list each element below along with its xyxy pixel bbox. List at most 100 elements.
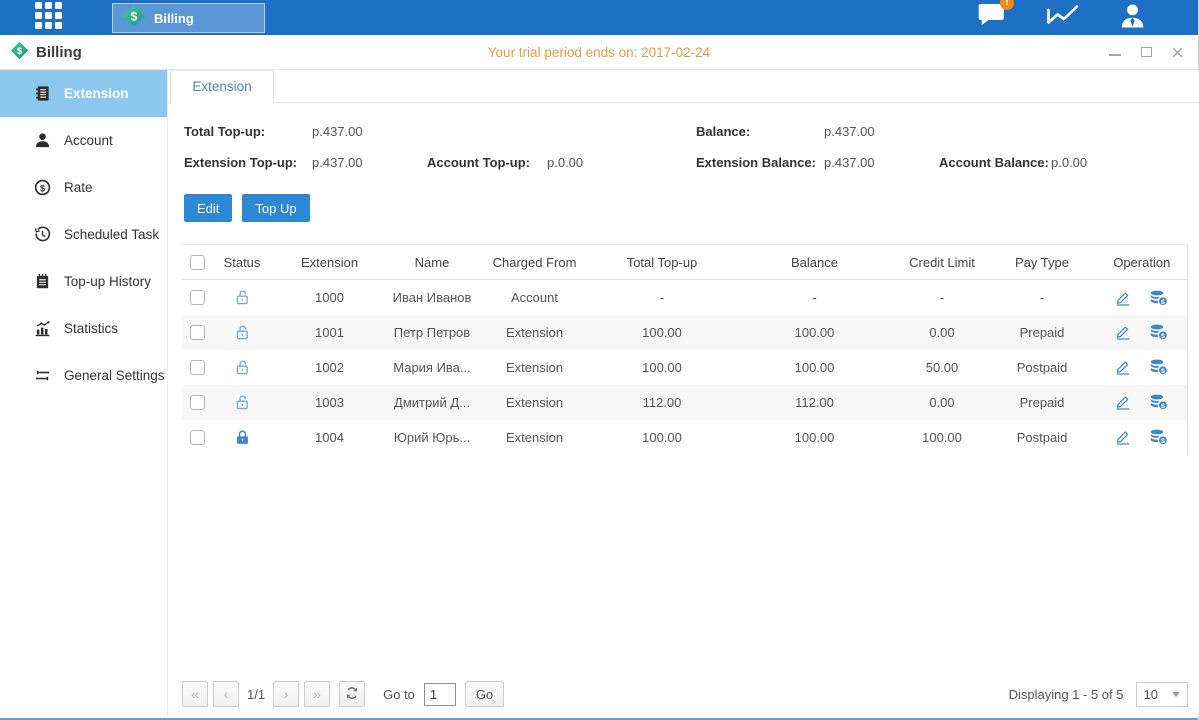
cell-charged-from: Extension <box>477 315 592 350</box>
row-checkbox[interactable] <box>190 430 205 445</box>
cell-extension: 1002 <box>272 350 387 385</box>
table-row: 1001Петр ПетровExtension100.00100.000.00… <box>182 315 1187 350</box>
general-settings-icon <box>33 367 51 385</box>
app-launcher-button[interactable] <box>35 2 62 34</box>
cell-balance: - <box>732 280 897 315</box>
row-checkbox[interactable] <box>190 395 205 410</box>
summary-panel: Total Top-up: p.437.00 Extension Top-up:… <box>182 103 1188 185</box>
scheduled-task-icon <box>33 226 51 244</box>
next-page-icon: › <box>284 686 289 702</box>
sidebar-item-scheduled-task[interactable]: Scheduled Task <box>0 211 167 258</box>
balance-value: p.437.00 <box>824 123 939 141</box>
cell-credit-limit: 0.00 <box>897 385 987 420</box>
topup-history-icon <box>33 273 51 291</box>
sidebar-item-account[interactable]: Account <box>0 117 167 164</box>
topup-row-button[interactable]: $ <box>1149 324 1168 340</box>
cell-total-topup: 100.00 <box>592 420 732 455</box>
notification-badge: ! <box>1000 0 1014 10</box>
tab-extension[interactable]: Extension <box>170 70 274 104</box>
cell-name: Иван Иванов <box>387 280 477 315</box>
account-icon <box>33 132 51 150</box>
sidebar-item-label: General Settings <box>64 368 165 383</box>
column-header: Status <box>212 245 272 280</box>
sidebar-item-label: Account <box>64 133 113 148</box>
cell-charged-from: Account <box>477 280 592 315</box>
cell-credit-limit: 50.00 <box>897 350 987 385</box>
notifications-button[interactable]: ! <box>977 2 1006 33</box>
window-title: Billing <box>36 44 82 61</box>
edit-button[interactable]: Edit <box>184 194 232 222</box>
table-row: 1003Дмитрий Д...Extension112.00112.000.0… <box>182 385 1187 420</box>
apps-grid-icon <box>35 2 62 34</box>
rate-icon: $ <box>33 179 51 197</box>
chevron-down-icon <box>1172 692 1180 697</box>
sidebar-item-topup-history[interactable]: Top-up History <box>0 258 167 305</box>
sidebar-item-label: Top-up History <box>64 274 151 289</box>
edit-row-button[interactable] <box>1115 290 1131 306</box>
cell-charged-from: Extension <box>477 350 592 385</box>
column-header: Pay Type <box>987 245 1097 280</box>
go-button[interactable]: Go <box>465 681 504 707</box>
row-checkbox[interactable] <box>190 325 205 340</box>
extension-topup-label: Extension Top-up: <box>184 154 312 172</box>
topup-row-button[interactable]: $ <box>1149 290 1168 306</box>
cell-total-topup: 100.00 <box>592 315 732 350</box>
unlocked-icon <box>234 359 251 376</box>
refresh-icon <box>345 686 359 703</box>
prev-page-button[interactable]: ‹ <box>213 681 239 707</box>
cell-charged-from: Extension <box>477 385 592 420</box>
taskbar-tab-billing[interactable]: $ Billing <box>112 3 265 33</box>
select-all-checkbox[interactable] <box>190 255 205 270</box>
row-checkbox[interactable] <box>190 360 205 375</box>
next-page-button[interactable]: › <box>273 681 299 707</box>
cell-total-topup: 112.00 <box>592 385 732 420</box>
sidebar-item-rate[interactable]: $Rate <box>0 164 167 211</box>
row-checkbox[interactable] <box>190 290 205 305</box>
minimize-button[interactable] <box>1108 45 1122 59</box>
cell-credit-limit: 100.00 <box>897 420 987 455</box>
first-page-button[interactable]: « <box>182 681 208 707</box>
topup-row-button[interactable]: $ <box>1149 429 1168 445</box>
cell-name: Юрий Юрь... <box>387 420 477 455</box>
topbar: $ Billing ! <box>0 0 1198 35</box>
extension-topup-value: p.437.00 <box>312 154 427 172</box>
sidebar-item-label: Scheduled Task <box>64 227 159 242</box>
column-header: Name <box>387 245 477 280</box>
last-page-button[interactable]: » <box>304 681 330 707</box>
extension-table: StatusExtensionNameCharged FromTotal Top… <box>182 244 1188 455</box>
goto-page-input[interactable] <box>424 683 456 706</box>
sidebar-item-general-settings[interactable]: General Settings <box>0 352 167 399</box>
topup-row-button[interactable]: $ <box>1149 359 1168 375</box>
sidebar-item-label: Extension <box>64 86 129 101</box>
cell-extension: 1001 <box>272 315 387 350</box>
balance-label: Balance: <box>696 123 824 141</box>
trial-notice: Your trial period ends on: 2017-02-24 <box>0 45 1198 60</box>
maximize-button[interactable] <box>1139 45 1153 59</box>
user-menu-button[interactable] <box>1119 2 1146 34</box>
column-header: Operation <box>1097 245 1187 280</box>
cell-name: Дмитрий Д... <box>387 385 477 420</box>
tab-strip: Extension <box>168 70 1199 103</box>
billing-app-icon: $ <box>122 4 146 33</box>
last-page-icon: » <box>313 686 321 702</box>
cell-pay-type: Prepaid <box>987 315 1097 350</box>
svg-text:$: $ <box>1161 403 1165 410</box>
resource-monitor-button[interactable] <box>1046 3 1079 33</box>
statistics-icon <box>33 320 51 338</box>
account-topup-value: p.0.00 <box>547 154 662 172</box>
topup-row-button[interactable]: $ <box>1149 394 1168 410</box>
edit-row-button[interactable] <box>1115 429 1131 445</box>
person-icon <box>1119 2 1146 34</box>
edit-row-button[interactable] <box>1115 324 1131 340</box>
edit-row-button[interactable] <box>1115 359 1131 375</box>
cell-charged-from: Extension <box>477 420 592 455</box>
sidebar-item-extension[interactable]: Extension <box>0 70 167 117</box>
edit-row-button[interactable] <box>1115 394 1131 410</box>
page-size-select[interactable]: 10 <box>1136 682 1188 707</box>
first-page-icon: « <box>191 686 199 702</box>
sidebar-item-statistics[interactable]: Statistics <box>0 305 167 352</box>
topup-button[interactable]: Top Up <box>242 194 309 222</box>
content-panel: Extension Total Top-up: p.437.00 Extensi… <box>168 70 1199 717</box>
refresh-button[interactable] <box>339 681 365 707</box>
close-button[interactable] <box>1170 45 1184 59</box>
